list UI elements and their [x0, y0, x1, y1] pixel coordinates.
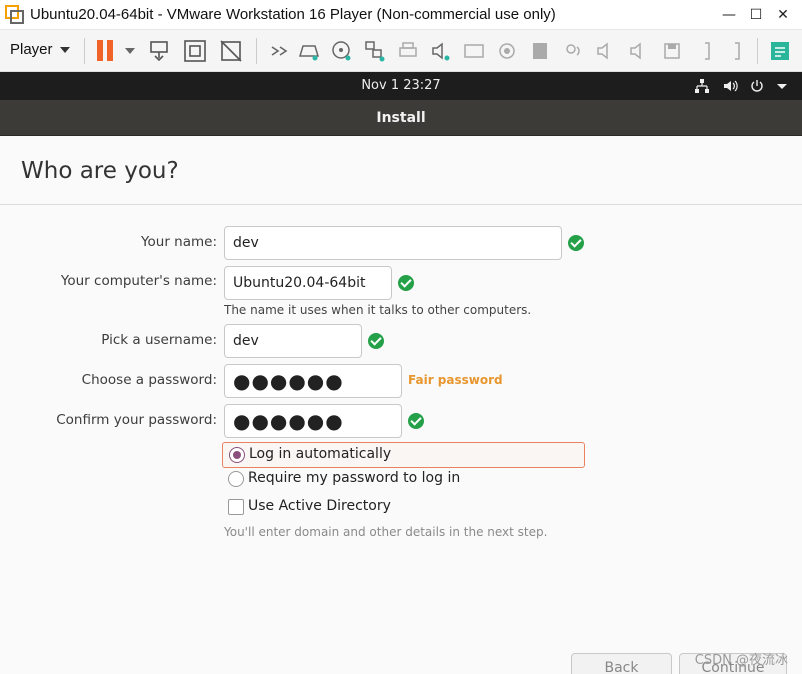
printer-icon[interactable]: [396, 39, 420, 63]
pause-menu-caret-icon[interactable]: [125, 48, 135, 54]
speaker-icon[interactable]: [627, 39, 651, 63]
check-icon: [408, 413, 424, 429]
maximize-button[interactable]: ☐: [745, 4, 767, 26]
your-name-label: Your name:: [141, 234, 217, 250]
password-strength: Fair password: [408, 373, 503, 387]
require-password-radio[interactable]: Require my password to log in: [222, 467, 482, 493]
usb-icon[interactable]: [495, 39, 519, 63]
network-adapter-icon[interactable]: [363, 39, 387, 63]
radio-selected-icon: [229, 447, 245, 463]
network-icon[interactable]: [694, 78, 710, 94]
vmware-toolbar: Player: [0, 30, 802, 72]
who-are-you-page: Who are you? Your name: dev Your compute…: [0, 136, 802, 674]
cd-dvd-icon[interactable]: [330, 39, 354, 63]
checkbox-unchecked-icon: [228, 499, 244, 515]
confirm-password-label: Confirm your password:: [56, 412, 217, 428]
watermark: CSDN @夜流冰: [694, 653, 788, 668]
gnome-top-panel: Nov 1 23:27: [0, 72, 802, 100]
player-menu[interactable]: Player: [10, 41, 53, 58]
send-ctrl-alt-del-icon[interactable]: [148, 39, 172, 63]
hard-disk-icon[interactable]: [297, 39, 321, 63]
active-directory-checkbox[interactable]: Use Active Directory: [222, 495, 422, 521]
check-icon: [398, 275, 414, 291]
confirm-password-input[interactable]: ●●●●●●: [224, 404, 402, 438]
unity-icon[interactable]: [219, 39, 243, 63]
speaker-icon[interactable]: [594, 39, 618, 63]
toolbar-divider: [84, 38, 85, 64]
sound-card-icon[interactable]: [429, 39, 453, 63]
camera-icon[interactable]: [462, 39, 486, 63]
login-automatically-radio[interactable]: Log in automatically: [222, 442, 585, 468]
installer-header: Install: [0, 100, 802, 136]
username-label: Pick a username:: [101, 332, 217, 348]
vmware-app-icon: [5, 5, 24, 24]
computer-name-hint: The name it uses when it talks to other …: [224, 303, 532, 317]
computer-name-label: Your computer's name:: [60, 273, 217, 289]
hdd-device-icon[interactable]: [528, 39, 552, 63]
clock[interactable]: Nov 1 23:27: [0, 78, 802, 93]
toolbar-divider: [757, 38, 758, 64]
player-menu-caret-icon[interactable]: [60, 47, 70, 53]
power-icon[interactable]: [749, 78, 765, 94]
radio-unselected-icon: [228, 471, 244, 487]
bracket-icon[interactable]: [696, 39, 720, 63]
notes-icon[interactable]: [768, 39, 792, 63]
bracket-icon[interactable]: [726, 39, 750, 63]
password-input[interactable]: ●●●●●●: [224, 364, 402, 398]
minimize-button[interactable]: —: [718, 4, 740, 26]
active-directory-label: Use Active Directory: [248, 498, 391, 514]
require-password-label: Require my password to log in: [248, 470, 461, 486]
window-titlebar: Ubuntu20.04-64bit - VMware Workstation 1…: [0, 0, 802, 30]
active-directory-hint: You'll enter domain and other details in…: [224, 525, 548, 539]
pause-icon: [107, 40, 113, 61]
page-title: Who are you?: [21, 158, 179, 184]
close-button[interactable]: ✕: [772, 4, 794, 26]
pause-icon: [97, 40, 103, 61]
floppy-icon[interactable]: [660, 39, 684, 63]
check-icon: [568, 235, 584, 251]
login-automatically-label: Log in automatically: [249, 446, 392, 462]
volume-icon[interactable]: [722, 78, 738, 94]
installer-title: Install: [376, 110, 426, 126]
chevron-down-icon[interactable]: [774, 78, 790, 94]
toolbar-divider: [256, 38, 257, 64]
microphone-icon[interactable]: [561, 39, 585, 63]
window-title: Ubuntu20.04-64bit - VMware Workstation 1…: [30, 6, 556, 23]
check-icon: [368, 333, 384, 349]
header-divider: [0, 204, 802, 205]
your-name-input[interactable]: dev: [224, 226, 562, 260]
username-input[interactable]: dev: [224, 324, 362, 358]
password-label: Choose a password:: [81, 372, 217, 388]
fit-guest-icon[interactable]: [183, 39, 207, 63]
forward-icon[interactable]: [268, 39, 292, 63]
computer-name-input[interactable]: Ubuntu20.04-64bit: [224, 266, 392, 300]
back-button[interactable]: Back: [571, 653, 672, 674]
